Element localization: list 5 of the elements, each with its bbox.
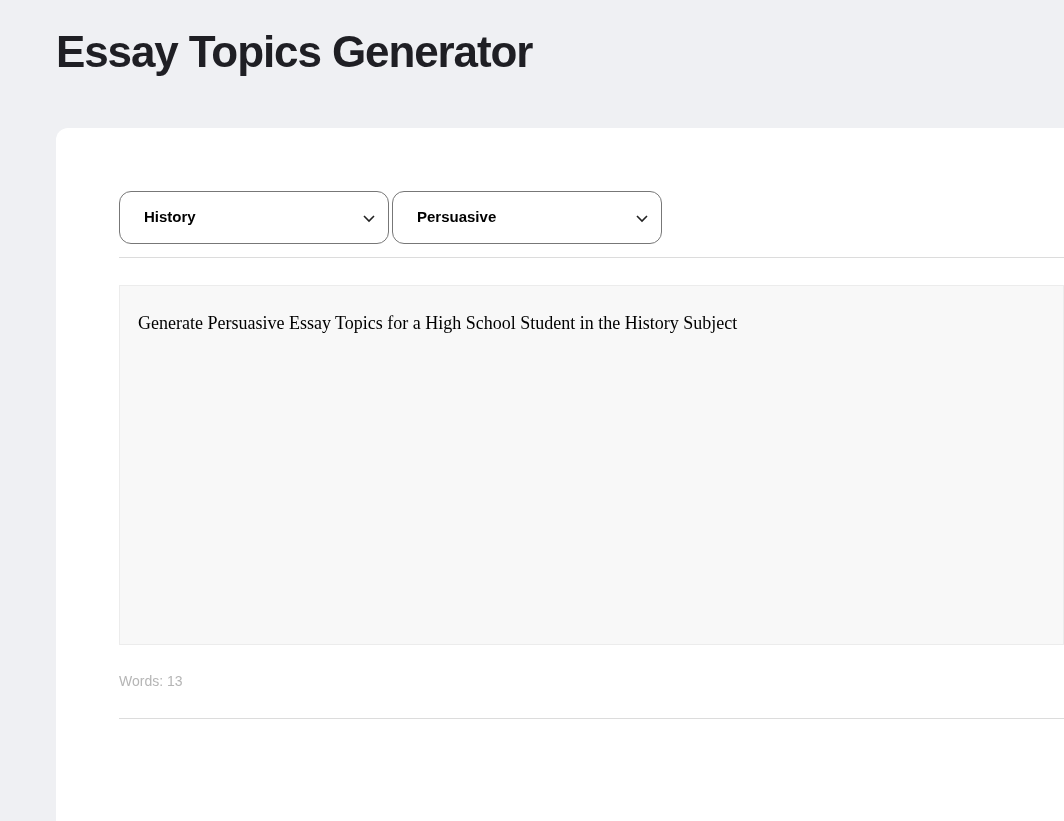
dropdown-select[interactable]: History <box>119 191 389 244</box>
word-count: Words: 13 <box>119 672 183 691</box>
page-title: Essay Topics Generator <box>56 26 533 78</box>
dropdown-select[interactable]: Persuasive <box>392 191 662 244</box>
prompt-textarea[interactable]: Generate Persuasive Essay Topics for a High School Student in the History Subject <box>119 285 1064 645</box>
